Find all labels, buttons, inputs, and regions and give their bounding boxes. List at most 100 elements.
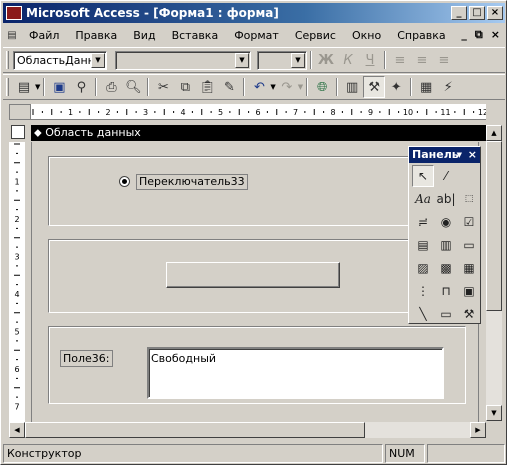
build-wand-icon[interactable]: ⚡︎ <box>437 76 459 98</box>
tab-control-tool-icon[interactable]: ⊓ <box>435 280 457 302</box>
redo-icon[interactable]: ↷ <box>276 76 298 98</box>
maximize-button[interactable]: □ <box>469 6 485 20</box>
print-icon[interactable]: ⎙ <box>100 76 122 98</box>
h-ruler-mark: 4 <box>180 108 185 117</box>
text-box[interactable]: Свободный <box>147 347 444 399</box>
horizontal-scrollbar[interactable]: ◀ ▶ <box>9 422 486 438</box>
line-tool-icon[interactable]: ╲ <box>412 303 434 325</box>
page-break-tool-icon[interactable]: ⋮ <box>412 280 434 302</box>
command-button-tool-icon[interactable]: ▭ <box>458 234 480 256</box>
vertical-scroll-thumb[interactable] <box>486 141 502 311</box>
scroll-corner <box>486 422 502 438</box>
toggle-button-tool-icon[interactable]: ≓ <box>412 211 434 233</box>
list-box-tool-icon[interactable]: ▥ <box>435 234 457 256</box>
properties-icon[interactable]: ▦ <box>415 76 437 98</box>
radio-button[interactable] <box>119 176 130 187</box>
copy-icon[interactable]: ⧉ <box>174 76 196 98</box>
select-pointer-icon[interactable]: ↖ <box>412 165 434 187</box>
search-icon[interactable]: ⚲ <box>70 76 92 98</box>
bound-object-tool-icon[interactable]: ▦ <box>458 257 480 279</box>
h-ruler-mark: 10 <box>403 108 413 117</box>
mdi-minimize-button[interactable]: _ <box>461 28 467 42</box>
menu-format[interactable]: Формат <box>226 29 287 42</box>
mdi-close-button[interactable]: × <box>491 28 500 42</box>
scroll-right-icon[interactable]: ▶ <box>470 422 486 438</box>
radio-label[interactable]: Переключатель33 <box>136 174 248 190</box>
print-preview-icon[interactable]: 🔍︎ <box>122 76 144 98</box>
v-ruler-mark: 3 <box>14 253 19 262</box>
view-icon[interactable]: ▤ <box>13 76 35 98</box>
rectangle-tool-icon[interactable]: ▭ <box>435 303 457 325</box>
checkbox-tool-icon[interactable]: ☑ <box>458 211 480 233</box>
undo-icon[interactable]: ↶ <box>248 76 270 98</box>
text-field-frame[interactable]: Поле36: Свободный <box>48 326 466 404</box>
horizontal-scroll-thumb[interactable] <box>25 422 365 438</box>
menu-help[interactable]: Справка <box>389 29 453 42</box>
italic-icon[interactable]: К <box>337 49 359 71</box>
bold-icon[interactable]: Ж <box>315 49 337 71</box>
h-ruler-mark: 11 <box>440 108 450 117</box>
combo-box-tool-icon[interactable]: ▤ <box>412 234 434 256</box>
close-icon[interactable]: × <box>468 147 477 163</box>
option-button-tool-icon[interactable]: ◉ <box>435 211 457 233</box>
font-size-combo[interactable]: ▼ <box>257 50 307 70</box>
menu-view[interactable]: Вид <box>125 29 163 42</box>
field-list-icon[interactable]: ▥ <box>341 76 363 98</box>
rectangle-frame[interactable] <box>48 239 466 313</box>
scroll-down-icon[interactable]: ▼ <box>486 405 502 421</box>
chevron-down-icon[interactable]: ▼ <box>235 52 249 68</box>
cut-icon[interactable]: ✂ <box>152 76 174 98</box>
menu-file[interactable]: Файл <box>21 29 67 42</box>
menu-edit[interactable]: Правка <box>67 29 125 42</box>
paste-icon[interactable]: 📋︎ <box>196 76 218 98</box>
subform-tool-icon[interactable]: ▣ <box>458 280 480 302</box>
menu-window[interactable]: Окно <box>344 29 389 42</box>
label-tool-icon[interactable]: Aa <box>412 188 434 210</box>
command-button[interactable] <box>166 262 340 288</box>
h-ruler-mark: 1 <box>68 108 73 117</box>
image-tool-icon[interactable]: ▨ <box>412 257 434 279</box>
toolbar-grip[interactable] <box>6 51 9 69</box>
scroll-up-icon[interactable]: ▲ <box>486 125 502 141</box>
align-center-icon[interactable]: ≡ <box>411 49 433 71</box>
format-painter-icon[interactable]: ✎ <box>218 76 240 98</box>
ruler-corner[interactable] <box>9 104 31 120</box>
wizard-wand-icon[interactable]: ⁄ <box>435 165 457 187</box>
scroll-left-icon[interactable]: ◀ <box>9 422 25 438</box>
toolbox-panel[interactable]: Панель ▼ × ↖ ⁄ Aa ab| ⬚ ≓ ◉ ☑ ▤ ▥ ▭ ▨ ▩ … <box>408 146 481 324</box>
menu-tools[interactable]: Сервис <box>287 29 344 42</box>
h-ruler-mark: 3 <box>143 108 148 117</box>
align-right-icon[interactable]: ≡ <box>433 49 455 71</box>
minimize-button[interactable]: _ <box>451 6 467 20</box>
save-icon[interactable]: ▣ <box>48 76 70 98</box>
unbound-object-tool-icon[interactable]: ▩ <box>435 257 457 279</box>
chevron-down-icon[interactable]: ▼ <box>35 83 40 91</box>
mdi-controls: _ ⧉ × <box>461 28 500 42</box>
chevron-down-icon[interactable]: ▼ <box>91 52 105 68</box>
form-doc-icon[interactable]: ▤ <box>3 27 21 43</box>
h-ruler-mark: 7 <box>293 108 298 117</box>
more-controls-icon[interactable]: ⚒ <box>458 303 480 325</box>
mdi-restore-button[interactable]: ⧉ <box>475 28 483 42</box>
align-left-icon[interactable]: ≡ <box>389 49 411 71</box>
toolbar-grip[interactable] <box>6 78 9 96</box>
chevron-down-icon[interactable]: ▼ <box>291 52 305 68</box>
field-label[interactable]: Поле36: <box>60 350 113 367</box>
object-combo[interactable]: ОбластьДанны ▼ <box>13 50 107 70</box>
chevron-down-icon[interactable]: ▼ <box>298 83 303 91</box>
chevron-down-icon[interactable]: ▼ <box>457 147 462 163</box>
detail-section-header[interactable]: ⬥ Область данных <box>31 125 486 141</box>
form-selector[interactable] <box>11 125 25 139</box>
hyperlink-globe-icon[interactable]: 🌐︎ <box>311 76 333 98</box>
underline-icon[interactable]: Ч <box>359 49 381 71</box>
autoformat-icon[interactable]: ✦ <box>385 76 407 98</box>
option-group-tool-icon[interactable]: ⬚ <box>458 188 480 210</box>
menu-insert[interactable]: Вставка <box>164 29 227 42</box>
toolbox-header[interactable]: Панель ▼ × <box>409 147 480 163</box>
vertical-scrollbar[interactable]: ▲ ▼ <box>486 125 502 421</box>
option-group-frame[interactable]: Переключатель33 <box>48 156 466 226</box>
close-button[interactable]: × <box>487 6 503 20</box>
toolbox-icon[interactable]: ⚒ <box>363 76 386 98</box>
font-combo[interactable]: ▼ <box>115 50 251 70</box>
textbox-tool-icon[interactable]: ab| <box>435 188 457 210</box>
